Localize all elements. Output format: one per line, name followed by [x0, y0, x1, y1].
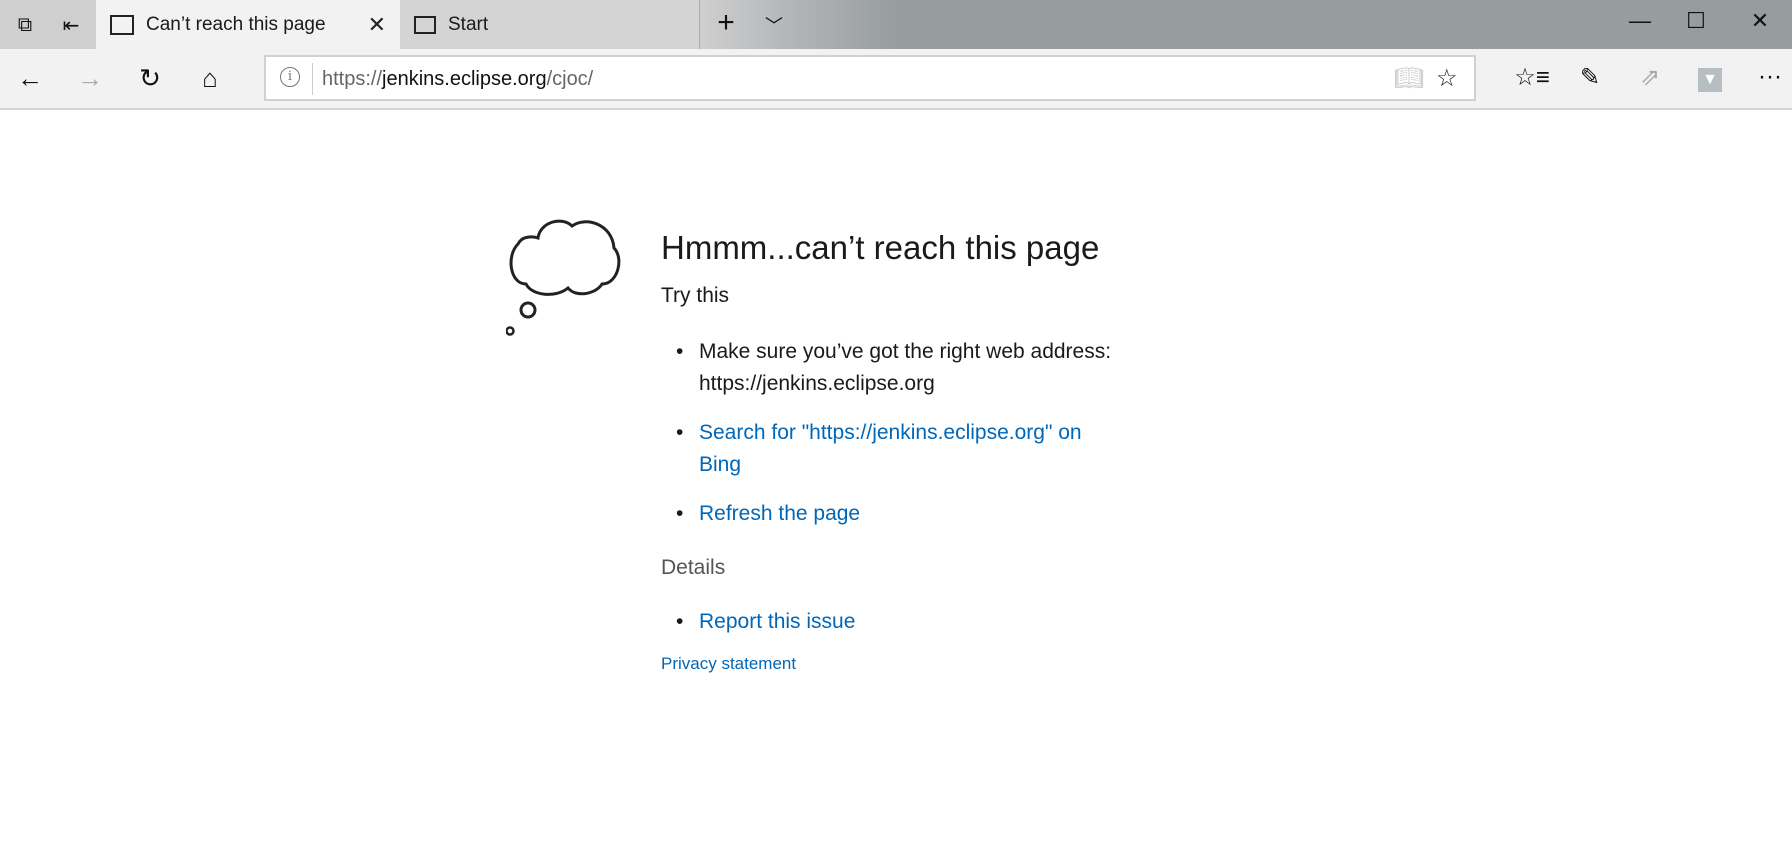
home-button[interactable]: ⌂: [192, 63, 228, 94]
tab-set-aside-list-icon[interactable]: ⧉: [12, 12, 38, 38]
report-issue-link[interactable]: Report this issue: [699, 610, 855, 633]
divider: [312, 63, 313, 95]
url-path: /cjoc/: [546, 68, 594, 90]
maximize-button[interactable]: ☐: [1676, 8, 1716, 34]
tab-preview-chevron-icon[interactable]: ﹀: [754, 12, 794, 38]
refresh-button[interactable]: ↻: [132, 63, 168, 94]
tab-label: Start: [448, 13, 489, 35]
forward-button[interactable]: →: [72, 63, 108, 94]
try-this-heading: Try this: [661, 284, 730, 307]
title-bar: ⧉ ⇤ Can’t reach this page ✕ Start + ﹀ — …: [0, 0, 1792, 49]
page-title: Hmmm...can’t reach this page: [661, 229, 1100, 266]
info-icon[interactable]: i: [280, 67, 300, 87]
more-menu-icon[interactable]: ···: [1752, 63, 1788, 91]
list-item: Search for "https://jenkins.eclipse.org"…: [661, 417, 1121, 481]
extension-shield-icon[interactable]: ▼: [1692, 63, 1728, 92]
suggestion-check-address: Make sure you’ve got the right web addre…: [661, 336, 1121, 400]
tab-label: Can’t reach this page: [146, 13, 326, 35]
close-tab-icon[interactable]: ✕: [368, 12, 386, 38]
page-icon: [110, 14, 134, 35]
back-button[interactable]: ←: [12, 63, 48, 94]
suggestions-list: Make sure you’ve got the right web addre…: [661, 336, 1121, 530]
address-bar[interactable]: i https://jenkins.eclipse.org/cjoc/ 📖︎ ☆: [264, 55, 1476, 101]
search-bing-link[interactable]: Search for "https://jenkins.eclipse.org"…: [699, 421, 1082, 476]
start-page-icon: [414, 15, 436, 34]
web-note-pen-icon[interactable]: ✎: [1572, 63, 1608, 92]
new-tab-button[interactable]: +: [706, 6, 746, 40]
tab-start[interactable]: Start: [400, 0, 700, 49]
url-text[interactable]: https://jenkins.eclipse.org/cjoc/: [322, 68, 593, 91]
privacy-statement-link[interactable]: Privacy statement: [661, 654, 1121, 674]
url-host: jenkins.eclipse.org: [382, 68, 547, 90]
close-window-button[interactable]: ✕: [1740, 8, 1780, 34]
set-tabs-aside-icon[interactable]: ⇤: [58, 12, 84, 38]
error-content: Hmmm...can’t reach this page Try this Ma…: [661, 226, 1121, 674]
nav-toolbar: ← → ↻ ⌂ i https://jenkins.eclipse.org/cj…: [0, 49, 1792, 110]
list-item: Report this issue: [661, 606, 1121, 638]
refresh-page-link[interactable]: Refresh the page: [699, 502, 860, 525]
list-item: Refresh the page: [661, 498, 1121, 530]
reading-view-icon[interactable]: 📖︎: [1394, 64, 1424, 93]
share-icon[interactable]: ⇗: [1632, 63, 1668, 92]
favorites-hub-icon[interactable]: ☆≡: [1514, 63, 1550, 92]
url-scheme: https://: [322, 68, 383, 90]
thought-cloud-icon: [506, 219, 621, 336]
favorite-star-icon[interactable]: ☆: [1436, 64, 1458, 93]
details-heading[interactable]: Details: [661, 556, 1121, 580]
minimize-button[interactable]: —: [1620, 8, 1660, 34]
tab-cant-reach[interactable]: Can’t reach this page ✕: [96, 0, 400, 49]
details-list: Report this issue: [661, 606, 1121, 638]
